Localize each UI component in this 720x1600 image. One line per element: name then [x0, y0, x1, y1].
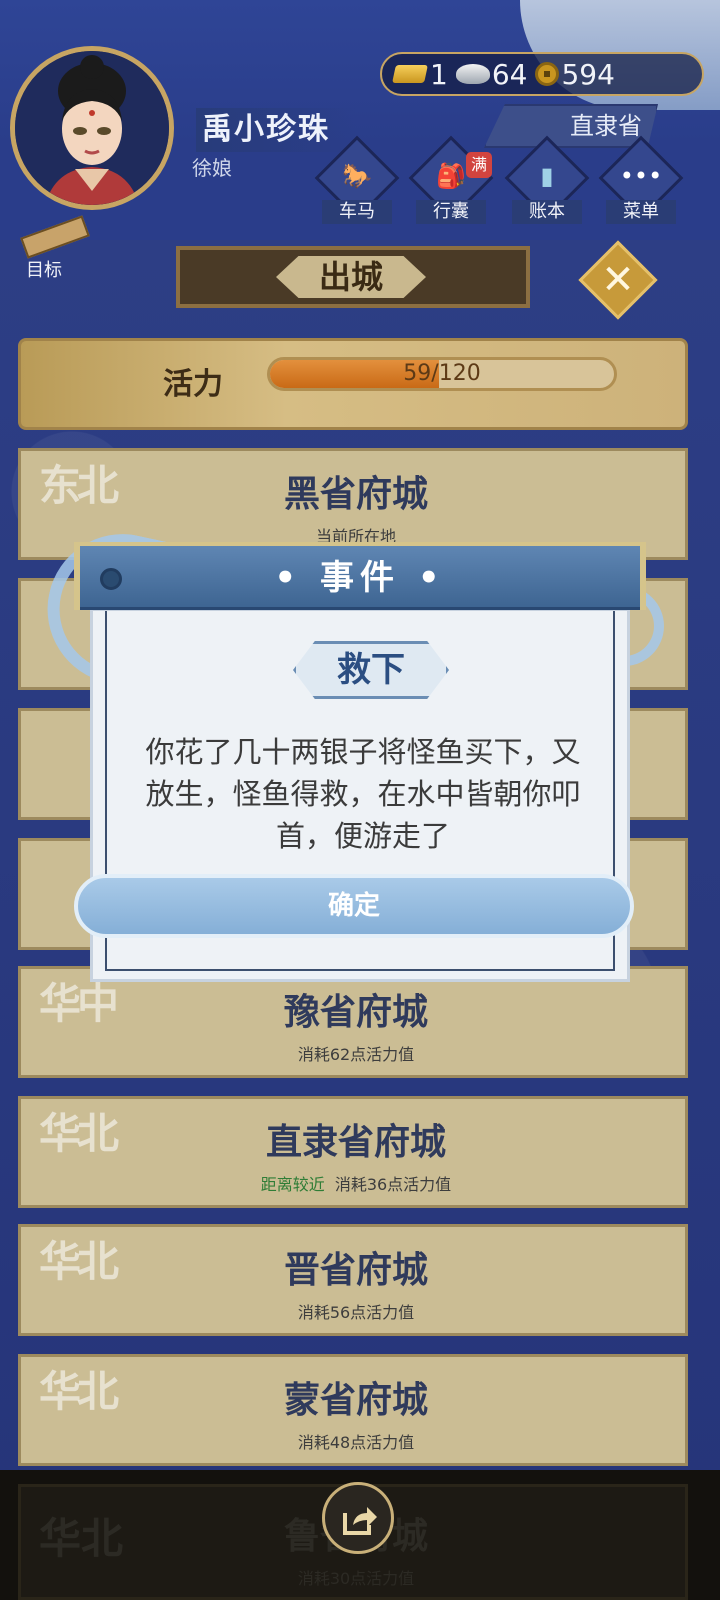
bag-label: 行囊 — [416, 200, 486, 224]
ledger-label: 账本 — [512, 200, 582, 224]
more-menu-button[interactable]: ••• 菜单 — [598, 135, 684, 228]
event-message: 你花了几十两银子将怪鱼买下，又放生，怪鱼得救，在水中皆朝你叩首，便游走了 — [145, 735, 581, 853]
confirm-button[interactable]: 确定 — [74, 874, 634, 938]
city-info: 消耗30点活力值 — [297, 1569, 415, 1588]
ledger-button[interactable]: ▮ 账本 — [504, 135, 590, 228]
player-title: 徐娘 — [192, 156, 232, 180]
more-icon: ••• — [619, 162, 663, 190]
more-menu-label: 菜单 — [606, 200, 676, 224]
city-item[interactable]: 华北 蒙省府城 消耗48点活力值 — [18, 1354, 688, 1466]
carriage-button[interactable]: 🐎 车马 — [314, 135, 400, 228]
city-name: 直隶省府城 — [265, 1122, 446, 1163]
bag-button[interactable]: 🎒 行囊 满 — [408, 135, 494, 228]
event-modal: 救下 你花了几十两银子将怪鱼买下，又放生，怪鱼得救，在水中皆朝你叩首，便游走了 … — [74, 542, 646, 982]
silver-currency: 64 — [455, 57, 528, 91]
city-name: 豫省府城 — [283, 992, 428, 1033]
coin-currency: 594 — [535, 57, 615, 91]
silver-count: 64 — [491, 57, 528, 91]
city-item[interactable]: 华北 晋省府城 消耗56点活力值 — [18, 1224, 688, 1336]
modal-title: • 事件 • — [274, 558, 446, 598]
gold-bar-icon — [392, 65, 428, 83]
silver-ingot-icon — [455, 64, 490, 84]
nearby-tag: 距离较近 — [260, 1175, 325, 1194]
page-title-banner: 出城 — [176, 246, 530, 308]
share-button[interactable] — [322, 1482, 394, 1554]
coin-count: 594 — [561, 57, 615, 91]
city-cost: 消耗36点活力值 — [334, 1175, 452, 1194]
goal-label: 目标 — [26, 260, 62, 281]
ledger-icon: ▮ — [540, 162, 554, 190]
close-icon: ✕ — [601, 257, 635, 303]
city-info: 消耗62点活力值 — [297, 1045, 415, 1064]
stamina-panel: 活力 59/120 — [18, 338, 688, 430]
character-portrait-icon — [15, 51, 169, 205]
city-item[interactable]: 华中 豫省府城 消耗62点活力值 — [18, 966, 688, 1078]
player-name: 禹小珍珠 — [196, 108, 356, 152]
location-button[interactable]: 直隶省 — [484, 104, 658, 148]
city-name: 晋省府城 — [283, 1250, 428, 1291]
stamina-label: 活力 — [163, 367, 223, 402]
event-subtitle: 救下 — [293, 641, 449, 699]
gold-count: 1 — [430, 57, 448, 91]
copper-coin-icon — [535, 62, 560, 86]
carriage-label: 车马 — [322, 200, 392, 224]
goal-button[interactable]: 目标 — [12, 215, 92, 281]
share-icon — [343, 1507, 377, 1535]
city-info: 消耗48点活力值 — [297, 1433, 415, 1452]
city-info: 距离较近 消耗36点活力值 — [21, 1171, 691, 1195]
city-name: 黑省府城 — [283, 474, 428, 515]
bag-full-badge: 满 — [466, 152, 492, 178]
city-name: 蒙省府城 — [283, 1380, 428, 1421]
gold-currency: 1 — [392, 57, 448, 91]
page-title: 出城 — [276, 256, 426, 298]
carriage-icon: 🐎 — [342, 162, 372, 190]
player-avatar[interactable] — [10, 46, 174, 210]
city-item[interactable]: 华北 直隶省府城 距离较近 消耗36点活力值 — [18, 1096, 688, 1208]
currency-bar: 1 64 594 — [380, 52, 704, 96]
city-info: 消耗56点活力值 — [297, 1303, 415, 1322]
stamina-value: 59/120 — [403, 361, 481, 386]
modal-header: • 事件 • — [74, 542, 646, 610]
